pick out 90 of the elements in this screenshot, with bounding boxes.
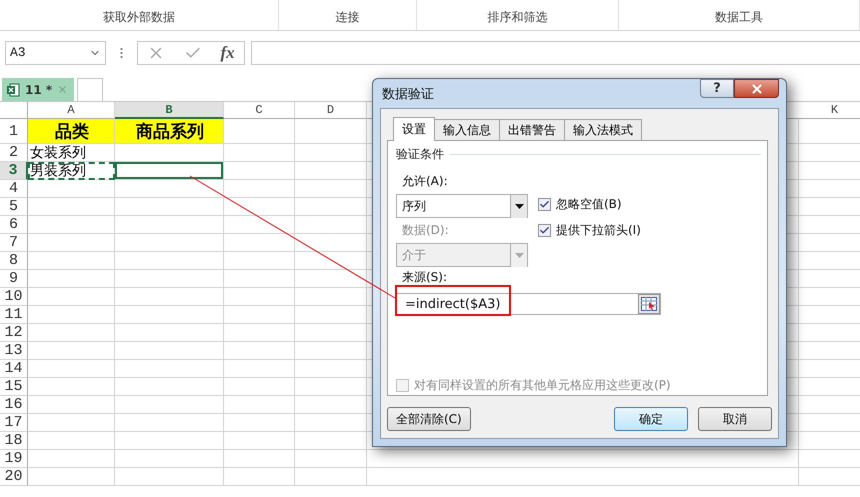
row-header[interactable]: 11 <box>0 306 28 324</box>
dropdown[interactable]: 序列 <box>396 194 528 218</box>
row-header[interactable]: 2 <box>0 144 28 162</box>
help-button[interactable]: ? <box>700 79 734 98</box>
table-cell <box>224 396 295 414</box>
table-cell <box>224 450 295 468</box>
table-cell <box>295 450 367 468</box>
tab[interactable]: 设置 <box>393 117 435 141</box>
section-title: 验证条件 <box>396 146 444 163</box>
row-header[interactable]: 5 <box>0 198 28 216</box>
table-cell: 品类 <box>28 119 115 144</box>
column-header[interactable]: K <box>799 102 860 119</box>
ribbon-group-label: 连接 <box>336 9 360 26</box>
table-cell <box>224 144 295 162</box>
table-cell <box>224 360 295 378</box>
table-cell <box>224 288 295 306</box>
row-header[interactable]: 13 <box>0 342 28 360</box>
checkbox-label[interactable]: 提供下拉箭头(I) <box>538 222 641 239</box>
table-cell: 男装系列 <box>28 162 115 180</box>
table-cell: 女装系列 <box>28 144 115 162</box>
row-header[interactable]: 16 <box>0 396 28 414</box>
table-cell <box>224 324 295 342</box>
table-cell <box>224 180 295 198</box>
row-header[interactable]: 20 <box>0 468 28 486</box>
name-box[interactable]: A3 <box>5 40 106 64</box>
row-header[interactable]: 10 <box>0 288 28 306</box>
table-cell <box>224 252 295 270</box>
ribbon-group-label: 获取外部数据 <box>103 9 175 26</box>
column-header[interactable]: D <box>295 102 367 119</box>
formula-input[interactable] <box>251 40 860 64</box>
row-header[interactable]: 14 <box>0 360 28 378</box>
tab[interactable]: 出错警告 <box>499 119 565 141</box>
tab[interactable]: 输入法模式 <box>564 119 642 141</box>
close-button[interactable] <box>734 79 779 98</box>
table-cell: 商品系列 <box>115 119 224 144</box>
table-cell <box>224 119 295 144</box>
table-cell <box>224 306 295 324</box>
row-header[interactable]: 3 <box>0 162 28 180</box>
cancel-button[interactable]: 取消 <box>698 407 772 431</box>
range-select-button[interactable] <box>638 294 660 314</box>
row-header[interactable]: 7 <box>0 234 28 252</box>
field-label: 来源(S): <box>402 269 448 286</box>
column-header[interactable]: B <box>115 102 224 119</box>
row-header[interactable]: 18 <box>0 432 28 450</box>
checkbox[interactable] <box>538 224 551 237</box>
row-header[interactable]: 8 <box>0 252 28 270</box>
table-cell <box>295 468 367 486</box>
table-cell <box>224 234 295 252</box>
row-header[interactable]: 9 <box>0 270 28 288</box>
close-icon[interactable] <box>57 84 68 95</box>
row-header[interactable]: 4 <box>0 180 28 198</box>
table-cell <box>224 414 295 432</box>
check-icon <box>539 225 550 236</box>
row-header[interactable]: 6 <box>0 216 28 234</box>
table-cell <box>224 432 295 450</box>
row-header[interactable]: 19 <box>0 450 28 468</box>
new-tab-button[interactable] <box>77 78 103 101</box>
source-input-field[interactable]: =indirect($A3) <box>396 293 661 315</box>
close-icon <box>750 82 764 96</box>
ribbon-group-label: 数据工具 <box>715 9 763 26</box>
table-cell <box>224 162 295 180</box>
field-label: 允许(A): <box>402 173 448 190</box>
clear-all-button[interactable]: 全部清除(C) <box>387 407 471 431</box>
window-title: 数据验证 <box>381 86 434 102</box>
row-header[interactable]: 15 <box>0 378 28 396</box>
table-cell <box>224 198 295 216</box>
check-icon <box>539 199 550 210</box>
ok-button[interactable]: 确定 <box>614 407 688 431</box>
field-label: 数据(D): <box>402 222 449 239</box>
column-header[interactable]: A <box>28 102 115 119</box>
spreadsheet-file-icon <box>6 82 20 96</box>
caret-icon <box>514 252 524 258</box>
caret-icon <box>514 204 524 208</box>
row-header[interactable]: 17 <box>0 414 28 432</box>
insert-function-button[interactable]: fx <box>220 42 235 62</box>
table-cell <box>295 432 367 450</box>
workbook-tab[interactable]: 11 * <box>2 78 74 101</box>
table-cell <box>224 378 295 396</box>
checkbox[interactable] <box>538 198 551 211</box>
table-cell <box>224 216 295 234</box>
tab[interactable]: 输入信息 <box>434 119 500 141</box>
checkbox-label[interactable]: 忽略空值(B) <box>538 196 641 213</box>
grip-icon <box>120 46 123 58</box>
table-cell <box>224 342 295 360</box>
row-header[interactable]: 1 <box>0 119 28 144</box>
table-cell <box>224 468 295 486</box>
table-cell <box>224 270 295 288</box>
row-header[interactable]: 12 <box>0 324 28 342</box>
ribbon-group-label: 排序和筛选 <box>488 9 548 26</box>
column-header[interactable]: C <box>224 102 295 119</box>
